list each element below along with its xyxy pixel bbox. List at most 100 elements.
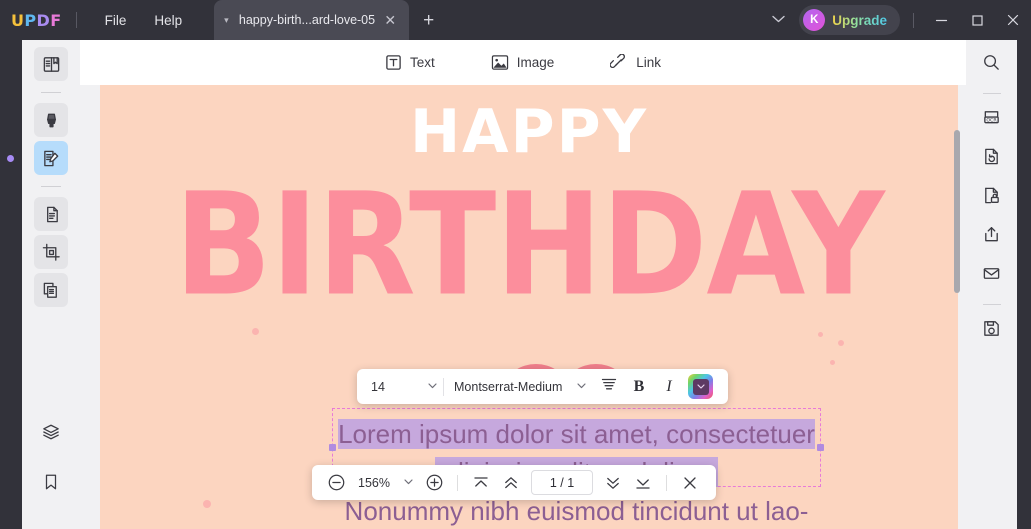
menu-help[interactable]: Help bbox=[140, 7, 196, 34]
toolbar-image[interactable]: Image bbox=[491, 54, 555, 71]
toolbar-text[interactable]: Text bbox=[385, 54, 435, 71]
link-icon bbox=[610, 54, 628, 71]
image-icon bbox=[491, 54, 509, 71]
right-sidebar-divider-2 bbox=[982, 304, 1001, 305]
zoom-in-button[interactable] bbox=[420, 469, 448, 496]
layers-icon bbox=[42, 423, 60, 441]
zoom-page-toolbar: 156% 1 / 1 bbox=[312, 465, 716, 500]
minimize-button[interactable] bbox=[923, 0, 959, 40]
decorative-dot bbox=[838, 340, 844, 346]
envelope-icon bbox=[982, 264, 1001, 288]
align-icon bbox=[601, 377, 617, 396]
last-page-button[interactable] bbox=[629, 469, 657, 496]
upgrade-button[interactable]: K Upgrade bbox=[799, 5, 900, 35]
text-format-toolbar: 14 Montserrat-Medium B I bbox=[357, 369, 728, 404]
logo-letter-d: D bbox=[36, 10, 51, 30]
document-tab-title: happy-birth...ard-love-05 bbox=[238, 13, 376, 27]
decorative-dot bbox=[818, 332, 823, 337]
text-color-picker[interactable] bbox=[688, 374, 713, 399]
logo-letter-p: P bbox=[24, 10, 37, 30]
zoom-toolbar-divider-1 bbox=[457, 474, 458, 491]
convert-document-icon bbox=[982, 147, 1001, 171]
lock-document-icon bbox=[982, 186, 1001, 210]
italic-button[interactable]: I bbox=[654, 373, 684, 400]
logo-letter-f: F bbox=[50, 10, 62, 30]
title-bar: UPDF File Help ▾ happy-birth...ard-love-… bbox=[0, 0, 1031, 40]
logo-letter-u: U bbox=[11, 10, 25, 30]
sidebar-item-crop[interactable] bbox=[34, 235, 68, 269]
close-zoom-toolbar-button[interactable] bbox=[676, 469, 704, 496]
close-button[interactable] bbox=[995, 0, 1031, 40]
resize-handle-dot[interactable] bbox=[7, 155, 14, 162]
search-icon bbox=[982, 53, 1001, 77]
chevron-down-icon[interactable] bbox=[577, 382, 586, 391]
compare-pages-icon bbox=[42, 281, 61, 300]
next-page-button[interactable] bbox=[599, 469, 627, 496]
right-tool-save[interactable] bbox=[975, 314, 1009, 348]
decorative-dot bbox=[830, 360, 835, 365]
right-tool-share[interactable] bbox=[975, 220, 1009, 254]
right-tool-email[interactable] bbox=[975, 259, 1009, 293]
previous-page-button[interactable] bbox=[497, 469, 525, 496]
heading-happy: HAPPY bbox=[409, 97, 649, 167]
decorative-dot bbox=[203, 500, 211, 508]
sidebar-item-compare[interactable] bbox=[34, 273, 68, 307]
sidebar-divider-2 bbox=[41, 186, 61, 187]
zoom-toolbar-divider-2 bbox=[666, 474, 667, 491]
left-sidebar-bottom-group bbox=[34, 415, 68, 529]
app-window: UPDF File Help ▾ happy-birth...ard-love-… bbox=[0, 0, 1031, 529]
page-number-input[interactable]: 1 / 1 bbox=[531, 470, 593, 495]
book-reader-icon bbox=[42, 55, 61, 74]
sidebar-item-organize-pages[interactable] bbox=[34, 197, 68, 231]
right-tool-convert[interactable] bbox=[975, 142, 1009, 176]
document-viewport: HAPPY BIRTHDAY Lorem ipsum dolor sit ame… bbox=[80, 85, 966, 529]
toolbar-link[interactable]: Link bbox=[610, 54, 661, 71]
svg-text:OCR: OCR bbox=[986, 117, 997, 123]
sidebar-item-edit-pdf[interactable] bbox=[34, 141, 68, 175]
chevron-down-icon[interactable]: ▾ bbox=[224, 15, 229, 25]
new-tab-button[interactable]: + bbox=[423, 11, 434, 30]
zoom-level-value[interactable]: 156% bbox=[352, 476, 396, 490]
menu-file[interactable]: File bbox=[91, 7, 141, 34]
chevron-down-icon[interactable] bbox=[428, 382, 437, 391]
document-body-line-1: Lorem ipsum dolor sit amet, consectetuer bbox=[338, 419, 815, 449]
upgrade-label: Upgrade bbox=[832, 12, 887, 28]
font-size-value: 14 bbox=[371, 379, 385, 394]
toolbar-image-label: Image bbox=[516, 55, 555, 70]
tab-list-chevron-down-icon[interactable] bbox=[758, 14, 799, 26]
right-tool-ocr[interactable]: OCR bbox=[975, 103, 1009, 137]
first-page-button[interactable] bbox=[467, 469, 495, 496]
toolbar-link-label: Link bbox=[636, 55, 662, 70]
sidebar-item-layers[interactable] bbox=[34, 415, 68, 449]
close-icon[interactable]: ✕ bbox=[379, 13, 401, 27]
content-toolbar: Text Image Link bbox=[80, 40, 966, 85]
edit-document-pen-icon bbox=[42, 149, 61, 168]
font-size-select[interactable]: 14 bbox=[365, 380, 443, 394]
bold-button[interactable]: B bbox=[624, 373, 654, 400]
right-sidebar-divider-1 bbox=[982, 93, 1001, 94]
sidebar-item-annotate[interactable] bbox=[34, 103, 68, 137]
color-swatch bbox=[692, 378, 709, 395]
font-family-select[interactable]: Montserrat-Medium bbox=[444, 380, 594, 394]
zoom-out-button[interactable] bbox=[322, 469, 350, 496]
font-family-value: Montserrat-Medium bbox=[454, 379, 563, 394]
text-box-icon bbox=[385, 54, 402, 71]
left-sidebar bbox=[22, 40, 80, 529]
heading-birthday: BIRTHDAY bbox=[174, 163, 884, 328]
sidebar-item-bookmarks[interactable] bbox=[34, 465, 68, 499]
right-tool-protect[interactable] bbox=[975, 181, 1009, 215]
text-align-button[interactable] bbox=[594, 373, 624, 400]
document-tab[interactable]: ▾ happy-birth...ard-love-05 ✕ bbox=[214, 0, 410, 40]
maximize-button[interactable] bbox=[959, 0, 995, 40]
document-vertical-scrollbar[interactable] bbox=[954, 130, 960, 293]
sidebar-divider-1 bbox=[41, 92, 61, 93]
zoom-level-chevron-down-icon[interactable] bbox=[398, 478, 418, 487]
share-upload-icon bbox=[982, 225, 1001, 249]
window-controls-divider bbox=[913, 12, 914, 28]
right-tool-search[interactable] bbox=[975, 48, 1009, 82]
pdf-page[interactable]: HAPPY BIRTHDAY Lorem ipsum dolor sit ame… bbox=[100, 85, 958, 529]
titlebar-divider bbox=[75, 12, 77, 28]
toolbar-text-label: Text bbox=[409, 55, 435, 70]
save-disk-icon bbox=[982, 319, 1001, 343]
sidebar-item-reader[interactable] bbox=[34, 47, 68, 81]
